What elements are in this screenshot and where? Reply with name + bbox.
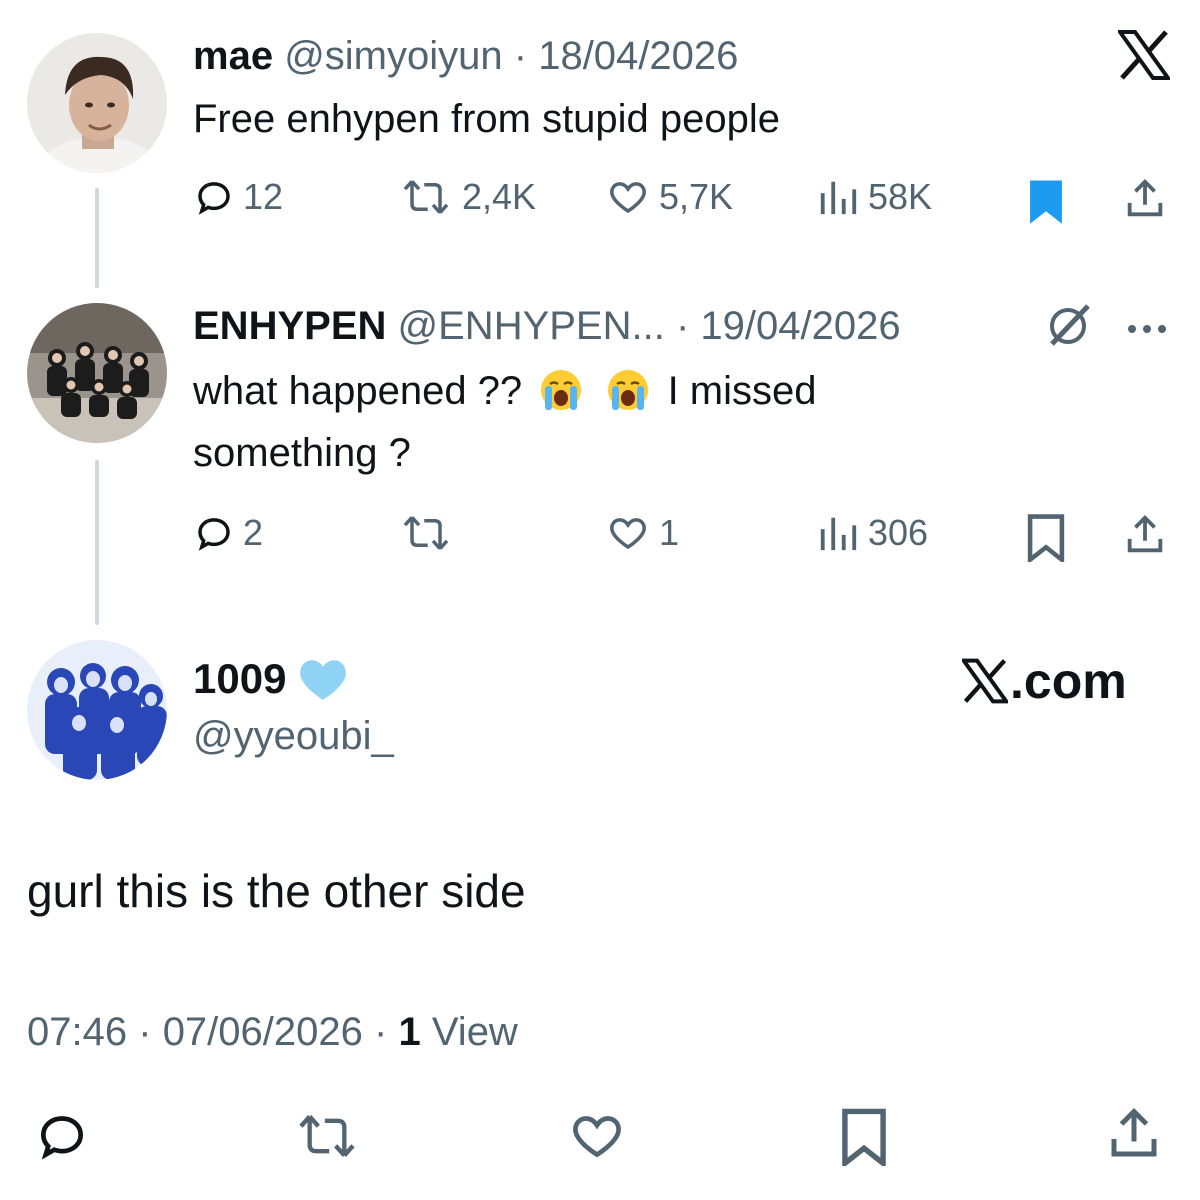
- like-count: 5,7K: [659, 176, 734, 217]
- tweet-header: ENHYPEN @ENHYPEN... · 19/04/2026: [193, 302, 901, 350]
- bookmark-button[interactable]: [1022, 512, 1070, 562]
- separator: ·: [138, 1010, 152, 1054]
- repost-button[interactable]: 2,4K: [398, 176, 536, 218]
- share-button[interactable]: [1122, 176, 1168, 222]
- watermark-site: .com: [1010, 653, 1127, 709]
- light-blue-heart-icon: [300, 660, 347, 700]
- reply-button[interactable]: 2: [193, 512, 263, 554]
- repost-count: 2,4K: [462, 176, 537, 217]
- handle[interactable]: @ENHYPEN...: [398, 304, 665, 348]
- share-icon: [1127, 515, 1163, 553]
- handle[interactable]: @simyoiyun: [284, 34, 502, 78]
- watermark: .com: [962, 652, 1127, 710]
- tweet-text: Free enhypen from stupid people: [193, 97, 781, 141]
- tweet-text-part: something ?: [193, 431, 411, 475]
- reply-count: 12: [243, 176, 284, 217]
- reply-icon: [198, 182, 230, 215]
- views-count: 58K: [868, 176, 933, 217]
- share-icon: [1127, 179, 1163, 217]
- x-logo-icon: [1116, 30, 1172, 80]
- tweet-text-part: I missed: [667, 369, 817, 413]
- reply-icon: [198, 518, 230, 551]
- like-button[interactable]: [566, 1108, 628, 1164]
- views-icon: [820, 181, 857, 215]
- tweet-time[interactable]: 07:46: [27, 1010, 127, 1054]
- bookmark-filled-icon: [1030, 180, 1062, 224]
- more-icon[interactable]: [1126, 322, 1168, 334]
- views-label: View: [431, 1010, 518, 1054]
- share-button[interactable]: [1122, 512, 1168, 558]
- display-name[interactable]: mae: [193, 34, 273, 78]
- tweet-date[interactable]: 19/04/2026: [700, 304, 900, 348]
- repost-icon: [403, 180, 449, 214]
- bookmark-icon: [842, 1108, 886, 1166]
- thread-line: [95, 460, 99, 625]
- reply-button[interactable]: 12: [193, 176, 283, 218]
- bookmark-button[interactable]: [1022, 176, 1070, 226]
- tweet-header: mae @simyoiyun · 18/04/2026: [193, 32, 738, 80]
- reply-button[interactable]: [32, 1108, 92, 1164]
- heart-icon: [573, 1116, 621, 1158]
- avatar[interactable]: [27, 640, 167, 780]
- tweet-date[interactable]: 07/06/2026: [163, 1010, 363, 1054]
- share-button[interactable]: [1104, 1104, 1164, 1164]
- separator: ·: [374, 1010, 388, 1054]
- bookmark-icon: [1027, 514, 1065, 562]
- tweet-text: what happened ?? I missed something ?: [193, 360, 1093, 484]
- tweet-timestamp: 07:46 · 07/06/2026 · 1 View: [27, 1010, 518, 1055]
- bookmark-button[interactable]: [836, 1106, 892, 1166]
- like-button[interactable]: 1: [605, 512, 679, 554]
- views-button[interactable]: 306: [816, 512, 928, 554]
- like-button[interactable]: 5,7K: [605, 176, 733, 218]
- repost-button[interactable]: [398, 512, 462, 554]
- repost-icon: [299, 1115, 355, 1157]
- separator: ·: [513, 34, 528, 78]
- heart-icon: [610, 518, 646, 550]
- share-icon: [1111, 1107, 1157, 1157]
- reply-count: 2: [243, 512, 264, 553]
- x-logo-icon: [962, 658, 1008, 704]
- views-button[interactable]: 58K: [816, 176, 932, 218]
- crying-face-emoji-icon: [541, 370, 582, 410]
- thread-line: [95, 188, 99, 288]
- repost-icon: [403, 516, 449, 550]
- like-count: 1: [659, 512, 680, 553]
- heart-icon: [610, 182, 646, 214]
- tweet-text-part: what happened ??: [193, 369, 523, 413]
- grok-icon[interactable]: [1042, 300, 1094, 352]
- crying-face-emoji-icon: [608, 370, 649, 410]
- reply-icon: [40, 1116, 84, 1160]
- avatar[interactable]: [27, 33, 167, 173]
- tweet-date[interactable]: 18/04/2026: [538, 34, 738, 78]
- views-count: 306: [868, 512, 929, 553]
- views-count: 1: [398, 1010, 421, 1054]
- views-icon: [820, 517, 857, 551]
- separator: ·: [675, 304, 690, 348]
- display-name[interactable]: 1009: [193, 655, 286, 703]
- display-name-row: 1009: [193, 655, 348, 703]
- handle[interactable]: @yyeoubi_: [193, 714, 394, 759]
- repost-button[interactable]: [294, 1110, 360, 1162]
- tweet-text: gurl this is the other side: [27, 865, 526, 917]
- avatar[interactable]: [27, 303, 167, 443]
- display-name[interactable]: ENHYPEN: [193, 304, 386, 348]
